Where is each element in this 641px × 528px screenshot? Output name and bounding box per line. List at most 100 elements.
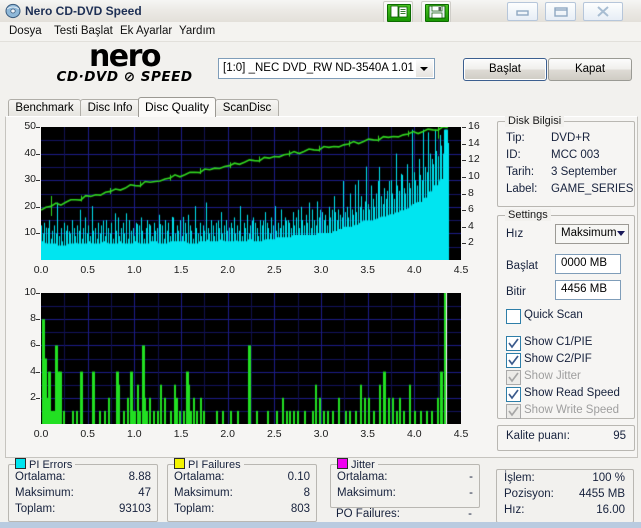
axis-tick-label: 2.0 [220,264,235,276]
tab-benchmark[interactable]: Benchmark [8,99,81,117]
axis-tick-label: 4.5 [453,428,469,440]
tab-disc-info[interactable]: Disc Info [80,99,140,117]
quality-score-value: 95 [613,430,626,442]
progress-position-value: 4455 MB [578,488,625,500]
axis-tick-label: 0.5 [80,428,95,440]
axis-tick [36,207,40,208]
quality-score-label: Kalite puanı: [506,430,570,442]
pi-failures-avg-label: Ortalama: [174,471,225,483]
pi-errors-color-swatch [15,458,26,469]
chevron-down-icon[interactable] [416,60,433,77]
axis-tick-label: 30 [24,173,36,186]
axis-tick-label: 6 [468,203,474,216]
disc-date-label: Tarih: [506,166,535,178]
show-c2-pif-checkbox[interactable] [506,353,521,368]
pi-failures-legend: PI Failures [174,458,244,471]
pi-failures-max-value: 8 [303,487,310,499]
drive-select[interactable]: [1:0] _NEC DVD_RW ND-3540A 1.01 [218,58,435,79]
show-read-speed-label: Show Read Speed [524,387,620,399]
axis-tick-label: 8 [468,186,474,199]
title-bar: Nero CD-DVD Speed [0,0,641,23]
progress-speed-label: Hız: [504,504,525,516]
axis-tick-label: 2.5 [267,264,282,276]
pi-failures-total-label: Toplam: [174,503,215,515]
minimize-button[interactable] [507,2,538,21]
menu-testi-baslat[interactable]: Testi Başlat [51,25,116,37]
pi-errors-total-value: 93103 [119,503,151,515]
start-lba-value: 0000 MB [561,257,608,269]
axis-tick [462,160,466,161]
close-action-button[interactable]: Kapat [548,58,632,81]
speed-label: Hız [506,228,524,240]
tab-disc-quality[interactable]: Disc Quality [138,97,216,117]
axis-tick-label: 4 [468,219,474,232]
show-read-speed-checkbox[interactable] [506,387,521,402]
start-lba-label: Başlat [506,260,538,272]
pi-errors-chart: 10 20 30 40 50 2 4 6 8 10 12 14 16 0.0 0.5 1.0 1.5 2.0 2… [6,117,496,282]
copy-to-clipboard-icon[interactable] [383,1,413,23]
disc-date-value: 3 September [551,166,617,178]
bottom-scroll-strip[interactable] [0,522,641,528]
menu-yardim[interactable]: Yardım [176,25,218,37]
show-jitter-label: Show Jitter [524,370,581,382]
quick-scan-checkbox[interactable] [506,309,521,324]
jitter-title: Jitter [351,459,375,471]
settings-title: Settings [505,209,551,221]
jitter-max-value: - [469,487,473,499]
end-lba-input[interactable]: 4456 MB [555,280,621,300]
pi-failures-stats: PI Failures Ortalama: 0.10 Maksimum: 8 T… [167,458,317,522]
axis-tick [36,180,40,181]
axis-tick-label: 4.5 [453,264,469,276]
axis-tick-label: 3.5 [360,264,375,276]
axis-tick-label: 3.0 [313,264,329,276]
tab-scandisc[interactable]: ScanDisc [215,99,279,117]
tab-strip: Benchmark Disc Info Disc Quality ScanDis… [8,97,634,117]
disc-label-value: GAME_SERIES_ [551,183,633,195]
po-failures-label: PO Failures: [336,508,400,520]
menu-ek-ayarlar[interactable]: Ek Ayarlar [117,25,175,37]
disc-tip-value: DVD+R [551,132,591,144]
nero-logo: nero CD·DVD ⊘ SPEED [42,42,207,90]
drive-select-value: [1:0] _NEC DVD_RW ND-3540A 1.01 [223,62,414,74]
axis-tick-label: 1.0 [127,264,142,276]
speed-select[interactable]: Maksimum [555,224,629,244]
axis-tick-label: 1.0 [127,428,142,440]
pi-failures-chart: 2 4 6 8 10 0.0 0.5 1.0 1.5 2.0 2.5 3.0 3.5 4.0 4.5 [6,285,496,453]
menu-dosya[interactable]: Dosya [6,25,45,37]
axis-tick-label: 2.5 [267,428,282,440]
axis-tick [462,227,466,228]
pi-errors-avg-value: 8.88 [128,471,151,483]
app-window: Nero CD-DVD Speed Dosya Testi Başlat Ek … [0,0,641,528]
axis-tick [36,345,40,346]
axis-tick-label: 2.0 [220,428,235,440]
pi-errors-legend: PI Errors [15,458,76,471]
maximize-button[interactable] [545,2,576,21]
disc-info-group: Disk Bilgisi Tip: DVD+R ID: MCC 003 Tari… [497,115,635,207]
jitter-legend: Jitter [337,458,378,471]
save-icon[interactable] [421,1,451,23]
close-button[interactable] [583,2,623,21]
axis-tick [36,398,40,399]
pi-failures-color-swatch [174,458,185,469]
axis-tick-label: 12 [468,153,480,166]
jitter-stats: Jitter Ortalama: - Maksimum: - [330,458,480,508]
end-lba-label: Bitir [506,286,526,298]
disc-label-label: Label: [506,183,538,195]
pi-errors-max-label: Maksimum: [15,487,74,499]
axis-tick-label: 0.0 [33,264,49,276]
pi-failures-plot [41,293,461,424]
show-c1-pie-checkbox[interactable] [506,336,521,351]
start-button[interactable]: Başlat [463,58,547,81]
axis-tick [36,293,40,294]
start-lba-input[interactable]: 0000 MB [555,254,621,274]
jitter-avg-label: Ortalama: [337,471,388,483]
progress-percent-label: İşlem: [504,472,535,484]
axis-tick-label: 16 [468,120,480,132]
axis-tick-label: 4.0 [407,264,422,276]
axis-tick [36,372,40,373]
speed-select-value: Maksimum [561,227,617,239]
logo-subtitle: CD·DVD ⊘ SPEED [56,69,193,85]
axis-tick-label: 8 [30,312,36,325]
axis-tick-label: 2 [30,390,36,403]
axis-tick-label: 0.5 [80,264,95,276]
